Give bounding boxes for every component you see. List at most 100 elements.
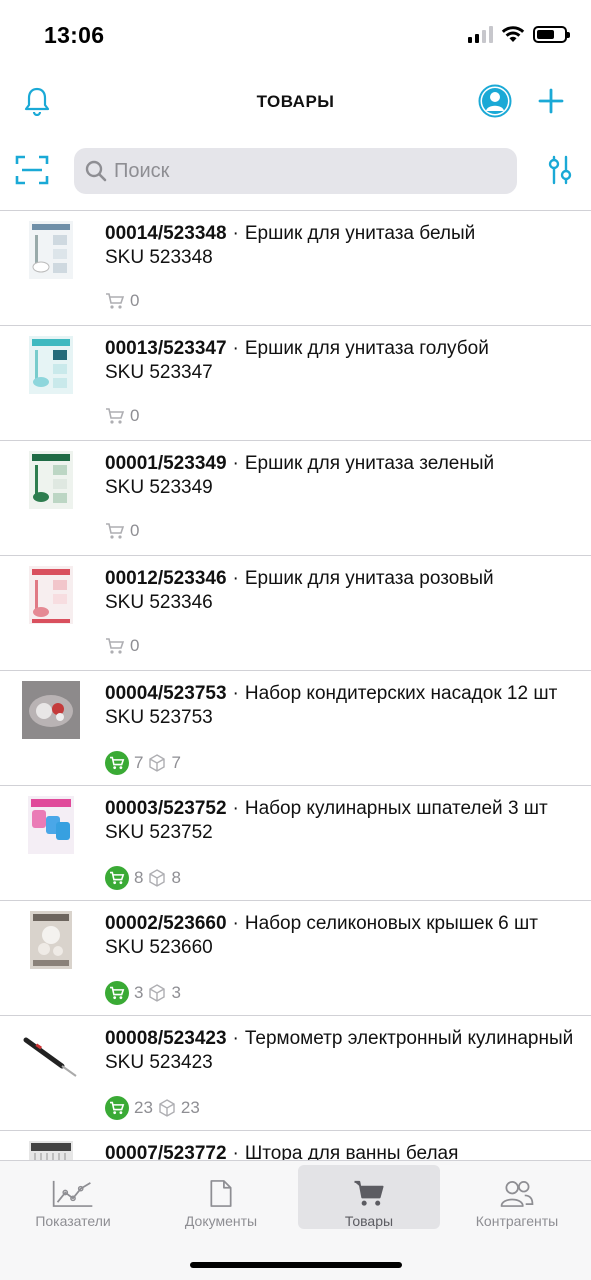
product-text: 00004/523753 · Набор кондитерских насадок … — [105, 683, 558, 728]
tab-label: Документы — [184, 1213, 258, 1229]
stock-count: 3 — [171, 983, 181, 1002]
cart-count: 0 — [130, 406, 140, 425]
cart-badge-icon — [105, 751, 129, 775]
header: ТОВАРЫ — [0, 72, 591, 132]
cart-count: 3 — [134, 983, 144, 1002]
product-sku: SKU 523423 — [105, 1052, 213, 1073]
filter-sliders-icon[interactable] — [544, 154, 576, 186]
cart-count: 0 — [130, 636, 140, 655]
search-icon — [85, 160, 107, 182]
product-list: 00014/523348 · Ершик для унитаза белый SKU… — [0, 210, 591, 1160]
product-name: Набор селиконовых крышек 6 шт — [244, 913, 538, 934]
product-row[interactable]: 00001/523349 · Ершик для унитаза зеленый S… — [0, 441, 591, 556]
home-indicator — [190, 1262, 402, 1268]
stock-count: 8 — [171, 868, 181, 887]
product-thumbnail — [22, 566, 80, 624]
box-stock-icon — [149, 754, 166, 772]
product-stats: 0 — [105, 291, 139, 311]
product-thumbnail — [22, 681, 80, 739]
product-name: Набор кулинарных шпателей 3 шт — [244, 798, 548, 819]
product-thumbnail — [22, 451, 80, 509]
product-stats: 7 7 — [105, 751, 181, 775]
product-name: Ершик для унитаза розовый — [244, 568, 494, 589]
product-text: 00013/523347 · Ершик для унитаза голубой S… — [105, 338, 489, 383]
tab-documents[interactable]: Документы — [150, 1165, 292, 1229]
product-stats: 0 — [105, 636, 139, 656]
product-row[interactable]: 00004/523753 · Набор кондитерских насадок … — [0, 671, 591, 786]
product-code: 00014/523348 — [105, 223, 227, 244]
cart-count: 0 — [130, 521, 140, 540]
chart-icon — [52, 1180, 93, 1207]
search-input[interactable] — [114, 159, 494, 183]
product-sku: SKU 523347 — [105, 362, 213, 383]
tab-label: Товары — [344, 1213, 394, 1229]
product-row[interactable]: 00008/523423 · Термометр электронный кулин… — [0, 1016, 591, 1131]
product-row[interactable]: 00002/523660 · Набор селиконовых крышек 6 … — [0, 901, 591, 1016]
cart-count: 0 — [130, 291, 140, 310]
product-row[interactable]: 00012/523346 · Ершик для унитаза розовый S… — [0, 556, 591, 671]
cart-icon — [106, 293, 125, 309]
search-box[interactable] — [74, 148, 517, 194]
tab-label: Показатели — [35, 1213, 111, 1229]
document-icon — [210, 1180, 232, 1207]
product-code: 00012/523346 — [105, 568, 227, 589]
product-row[interactable]: 00013/523347 · Ершик для унитаза голубой S… — [0, 326, 591, 441]
product-thumbnail — [22, 1141, 80, 1160]
product-name: Ершик для унитаза белый — [244, 223, 476, 244]
product-text: 00012/523346 · Ершик для унитаза розовый S… — [105, 568, 494, 613]
product-row[interactable]: 00014/523348 · Ершик для унитаза белый SKU… — [0, 211, 591, 326]
cart-icon — [354, 1180, 384, 1206]
product-text: 00014/523348 · Ершик для унитаза белый SKU… — [105, 223, 476, 268]
box-stock-icon — [149, 869, 166, 887]
product-text: 00002/523660 · Набор селиконовых крышек 6 … — [105, 913, 538, 958]
stock-count: 23 — [180, 1098, 200, 1117]
status-time: 13:06 — [44, 22, 105, 48]
product-thumbnail — [22, 796, 80, 854]
cart-count: 23 — [134, 1098, 153, 1117]
product-stats: 3 3 — [105, 981, 181, 1005]
add-product-plus-icon[interactable] — [534, 84, 568, 118]
barcode-scan-icon[interactable] — [14, 152, 50, 188]
product-code: 00007/523772 — [105, 1143, 227, 1160]
tab-products[interactable]: Товары — [298, 1165, 440, 1229]
product-sku: SKU 523752 — [105, 822, 213, 843]
product-stats: 8 8 — [105, 866, 181, 890]
tab-label: Контрагенты — [475, 1213, 559, 1229]
cart-badge-icon — [105, 866, 129, 890]
product-text: 00003/523752 · Набор кулинарных шпателей 3… — [105, 798, 548, 843]
product-row[interactable]: 00007/523772 · Штора для ванны белая — [0, 1131, 591, 1160]
product-sku: SKU 523348 — [105, 247, 213, 268]
wifi-icon — [501, 26, 525, 42]
product-sku: SKU 523660 — [105, 937, 213, 958]
product-row[interactable]: 00003/523752 · Набор кулинарных шпателей 3… — [0, 786, 591, 901]
tab-counterparties[interactable]: Контрагенты — [446, 1165, 588, 1229]
profile-avatar-icon[interactable] — [476, 82, 514, 120]
product-code: 00001/523349 — [105, 453, 227, 474]
cellular-signal-icon — [468, 25, 493, 43]
product-name: Набор кондитерских насадок 12 шт — [244, 683, 558, 704]
box-stock-icon — [149, 984, 166, 1002]
product-stats: 23 23 — [105, 1096, 200, 1120]
product-code: 00002/523660 — [105, 913, 227, 934]
product-name: Ершик для унитаза голубой — [244, 338, 489, 359]
cart-count: 8 — [134, 868, 144, 887]
cart-count: 7 — [134, 753, 144, 772]
product-name: Ершик для унитаза зеленый — [244, 453, 495, 474]
tab-indicators[interactable]: Показатели — [2, 1165, 144, 1229]
product-text: 00001/523349 · Ершик для унитаза зеленый S… — [105, 453, 495, 498]
product-code: 00004/523753 — [105, 683, 227, 704]
search-row — [0, 146, 591, 198]
product-name: Штора для ванны белая — [244, 1143, 459, 1160]
product-stats: 0 — [105, 521, 139, 541]
people-icon — [500, 1181, 534, 1207]
cart-icon — [106, 523, 125, 539]
product-name: Термометр электронный кулинарный — [244, 1028, 574, 1049]
cart-badge-icon — [105, 981, 129, 1005]
cart-badge-icon — [105, 1096, 129, 1120]
product-thumbnail — [22, 221, 80, 279]
product-thumbnail — [22, 1026, 80, 1084]
product-text: 00008/523423 · Термометр электронный кулин… — [105, 1028, 574, 1073]
product-thumbnail — [22, 911, 80, 969]
product-stats: 0 — [105, 406, 139, 426]
status-bar: 13:06 — [0, 0, 591, 70]
